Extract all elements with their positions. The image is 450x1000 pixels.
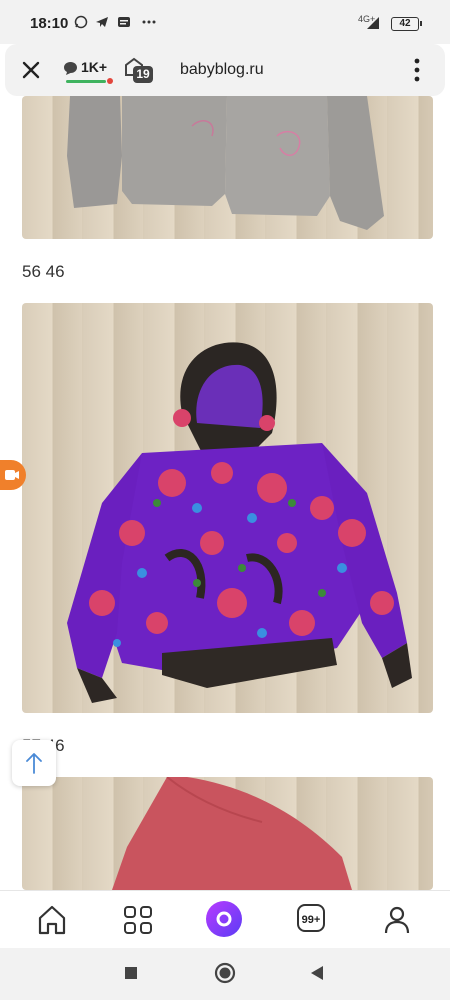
tabs-count: 19 — [133, 66, 153, 83]
alice-button[interactable] — [206, 901, 242, 937]
scroll-to-top-button[interactable] — [12, 740, 56, 786]
product-image-red-garment[interactable] — [22, 777, 433, 890]
arrow-up-icon — [26, 753, 42, 774]
telegram-icon — [96, 17, 108, 27]
floral-hoodie-illustration — [67, 342, 412, 703]
grey-hoodies-illustration — [67, 96, 384, 230]
home-circle-icon[interactable] — [214, 962, 236, 984]
size-caption-1: 56 46 — [22, 262, 65, 281]
stop-icon[interactable] — [124, 966, 138, 980]
status-time: 18:10 — [30, 15, 69, 32]
product-image-grey-hoodies[interactable] — [22, 96, 433, 239]
comments-button[interactable]: 1K+ — [63, 58, 113, 84]
signal-icon — [367, 17, 379, 29]
menu-icon[interactable] — [410, 56, 424, 84]
profile-icon[interactable] — [380, 903, 414, 937]
home-icon[interactable] — [35, 903, 69, 937]
browser-toolbar: 1K+ 19 babyblog.ru — [5, 44, 445, 96]
battery-tip — [420, 21, 422, 26]
comment-icon — [64, 62, 77, 75]
alice-icon — [216, 911, 232, 927]
notification-dot — [107, 78, 113, 84]
bottom-navigation: 99+ — [0, 890, 450, 949]
record-icon — [5, 470, 19, 480]
battery-level: 42 — [391, 17, 419, 31]
red-garment-illustration — [112, 777, 352, 890]
more-icon — [142, 20, 156, 24]
apps-icon[interactable] — [121, 903, 155, 937]
tabs-button[interactable]: 19 — [123, 56, 155, 86]
address-bar-url[interactable]: babyblog.ru — [180, 61, 264, 79]
comments-progress-bar — [66, 80, 106, 83]
product-image-floral-hoodie[interactable] — [22, 303, 433, 713]
system-navigation-bar — [0, 948, 450, 1000]
tabs-counter-button[interactable]: 99+ — [297, 904, 325, 932]
back-icon[interactable] — [310, 965, 324, 981]
close-icon[interactable] — [19, 58, 43, 82]
whatsapp-icon — [74, 15, 88, 29]
message-icon — [118, 17, 130, 27]
comments-count: 1K+ — [81, 59, 108, 75]
status-bar: 18:10 4G+ 42 — [0, 0, 450, 44]
